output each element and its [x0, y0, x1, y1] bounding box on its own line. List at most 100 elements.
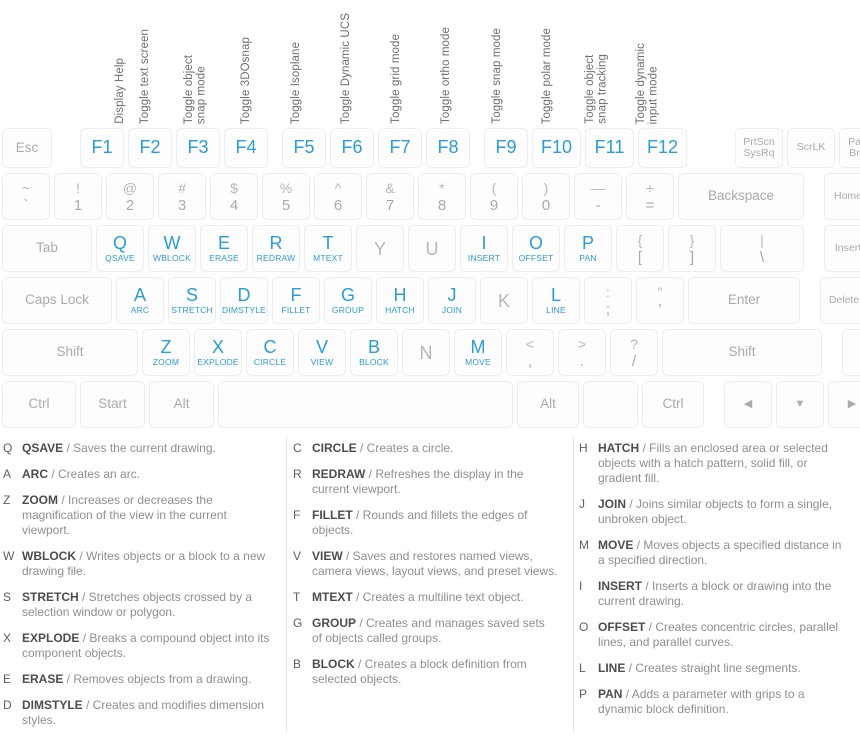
key-legend-upper: @ — [122, 179, 138, 196]
key-key-i[interactable]: I INSERT — [460, 225, 508, 272]
fkey-callout-9: Toggle snap mode — [491, 28, 503, 124]
key-caps-lock[interactable]: Caps Lock — [2, 277, 112, 324]
key-arrow-down[interactable]: ▼ — [776, 381, 824, 428]
key-key-r[interactable]: R REDRAW — [252, 225, 300, 272]
key-comma[interactable]: <, — [506, 329, 554, 376]
key-key-z[interactable]: Z ZOOM — [142, 329, 190, 376]
key-digit-0[interactable]: ) 0 — [522, 173, 570, 220]
key-f11[interactable]: F11 — [585, 128, 634, 168]
key-quote[interactable]: " ' — [636, 277, 684, 324]
key-f12[interactable]: F12 — [638, 128, 687, 168]
key-digit-6[interactable]: ^ 6 — [314, 173, 362, 220]
key-arrow-left[interactable]: ◀ — [724, 381, 772, 428]
key-home[interactable]: Home — [824, 173, 860, 220]
key-key-x[interactable]: X EXPLODE — [194, 329, 242, 376]
key-f1[interactable]: F1 — [80, 128, 124, 168]
key-key-y[interactable]: Y — [356, 225, 404, 272]
key-print-screen[interactable]: PrtScn SysRq — [735, 128, 783, 168]
key-key-g[interactable]: G GROUP — [324, 277, 372, 324]
key-key-n[interactable]: N — [402, 329, 450, 376]
key-digit-8[interactable]: * 8 — [418, 173, 466, 220]
key-label: F7 — [389, 137, 411, 158]
legend-entry-key: D — [3, 698, 12, 712]
key-f7[interactable]: F7 — [378, 128, 422, 168]
key-letter: M — [470, 337, 486, 358]
key-shift-right[interactable]: Shift — [662, 329, 822, 376]
key-enter[interactable]: Enter — [688, 277, 800, 324]
key-key-f[interactable]: F FILLET — [272, 277, 320, 324]
key-arrow-up[interactable]: ▲ — [842, 329, 860, 376]
key-minus[interactable]: — - — [574, 173, 622, 220]
key-backtick[interactable]: ~ ` — [2, 173, 50, 220]
key-key-t[interactable]: T MTEXT — [304, 225, 352, 272]
key-digit-3[interactable]: #3 — [158, 173, 206, 220]
key-key-a[interactable]: A ARC — [116, 277, 164, 324]
key-bracket-right[interactable]: }] — [668, 225, 716, 272]
key-ctrl-right[interactable]: Ctrl — [642, 381, 704, 428]
key-key-b[interactable]: B BLOCK — [350, 329, 398, 376]
key-semicolon[interactable]: :; — [584, 277, 632, 324]
key-key-j[interactable]: J JOIN — [428, 277, 476, 324]
key-digit-1[interactable]: ! 1 — [54, 173, 102, 220]
key-key-o[interactable]: O OFFSET — [512, 225, 560, 272]
key-insert[interactable]: Insert — [824, 225, 860, 272]
key-digit-9[interactable]: (9 — [470, 173, 518, 220]
legend-entry-text: MTEXT / Creates a multiline text object. — [312, 590, 523, 605]
key-key-k[interactable]: K — [480, 277, 528, 324]
key-key-d[interactable]: D DIMSTYLE — [220, 277, 268, 324]
key-equals[interactable]: + = — [626, 173, 674, 220]
key-arrow-right[interactable]: ▶ — [828, 381, 860, 428]
key-key-e[interactable]: E ERASE — [200, 225, 248, 272]
key-f3[interactable]: F3 — [176, 128, 220, 168]
key-shift-left[interactable]: Shift — [2, 329, 138, 376]
key-bracket-left[interactable]: {[ — [616, 225, 664, 272]
key-delete[interactable]: Delete — [820, 277, 860, 324]
key-backspace[interactable]: Backspace — [678, 173, 804, 220]
key-scroll-lock[interactable]: ScrLK — [787, 128, 835, 168]
key-f4[interactable]: F4 — [224, 128, 268, 168]
key-letter: Q — [112, 233, 127, 254]
legend-entry: Q QSAVE / Saves the current drawing. — [0, 441, 272, 456]
key-esc[interactable]: Esc — [2, 128, 52, 168]
key-f6[interactable]: F6 — [330, 128, 374, 168]
key-key-u[interactable]: U — [408, 225, 456, 272]
key-digit-4[interactable]: $4 — [210, 173, 258, 220]
key-period[interactable]: >. — [558, 329, 606, 376]
key-space-bar[interactable] — [218, 381, 513, 428]
key-f2[interactable]: F2 — [128, 128, 172, 168]
key-digit-2[interactable]: @2 — [106, 173, 154, 220]
key-start[interactable]: Start — [80, 381, 145, 428]
key-letter: E — [217, 233, 230, 254]
key-f5[interactable]: F5 — [282, 128, 326, 168]
key-legend-upper: % — [279, 179, 293, 196]
key-f10[interactable]: F10 — [532, 128, 581, 168]
key-backslash[interactable]: | \ — [720, 225, 804, 272]
key-legend-lower: 5 — [281, 196, 291, 214]
key-pause-break[interactable]: Pause Break — [839, 128, 860, 168]
key-alt-left[interactable]: Alt — [149, 381, 214, 428]
key-key-q[interactable]: Q QSAVE — [96, 225, 144, 272]
key-f8[interactable]: F8 — [426, 128, 470, 168]
legend-entry-text: BLOCK / Creates a block definition from … — [312, 657, 558, 687]
key-key-c[interactable]: C CIRCLE — [246, 329, 294, 376]
key-key-v[interactable]: V VIEW — [298, 329, 346, 376]
key-key-p[interactable]: P PAN — [564, 225, 612, 272]
key-key-l[interactable]: L LINE — [532, 277, 580, 324]
key-slash[interactable]: ? / — [610, 329, 658, 376]
key-digit-5[interactable]: % 5 — [262, 173, 310, 220]
key-menu[interactable] — [583, 381, 638, 428]
key-digit-7[interactable]: & 7 — [366, 173, 414, 220]
key-f9[interactable]: F9 — [484, 128, 528, 168]
key-alt-right[interactable]: Alt — [517, 381, 579, 428]
key-key-s[interactable]: S STRETCH — [168, 277, 216, 324]
key-key-h[interactable]: H HATCH — [376, 277, 424, 324]
key-letter: R — [269, 233, 283, 254]
key-key-w[interactable]: W WBLOCK — [148, 225, 196, 272]
key-command-label: MOVE — [465, 357, 491, 368]
key-key-m[interactable]: M MOVE — [454, 329, 502, 376]
key-tab[interactable]: Tab — [2, 225, 92, 272]
modifier-row: Ctrl Start Alt Alt Ctrl ◀ ▼ ▶ — [0, 381, 860, 428]
key-command-label: EXPLODE — [197, 357, 239, 368]
key-ctrl-left[interactable]: Ctrl — [2, 381, 76, 428]
